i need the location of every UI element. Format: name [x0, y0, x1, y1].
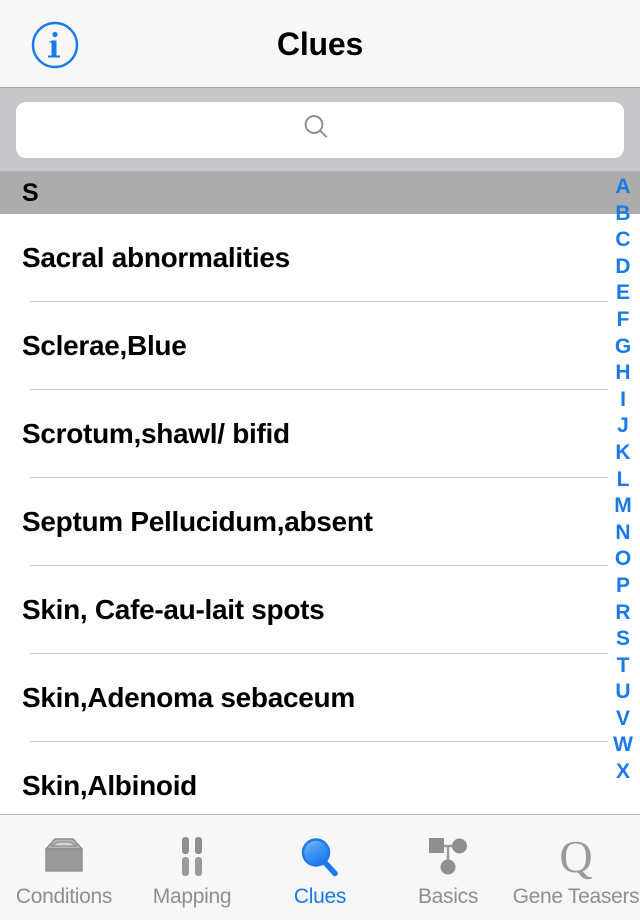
svg-text:Q: Q [559, 833, 592, 881]
app-root: Clues S Sacral abnormalities Sclerae,Blu… [0, 0, 640, 920]
letter-q-icon: Q [553, 833, 599, 881]
row-label: Skin, Cafe-au-lait spots [22, 594, 325, 625]
row-label: Skin,Albinoid [22, 770, 197, 801]
alpha-index-letter-t[interactable]: T [606, 653, 640, 680]
alpha-index-letter-x[interactable]: X [606, 759, 640, 786]
row-label: Scrotum,shawl/ bifid [22, 418, 290, 449]
pedigree-icon [422, 833, 474, 881]
row-label: Sacral abnormalities [22, 242, 290, 273]
alpha-index-letter-a[interactable]: A [606, 174, 640, 201]
search-field[interactable] [16, 101, 624, 158]
alpha-index-letter-n[interactable]: N [606, 520, 640, 547]
alpha-index-letter-p[interactable]: P [606, 573, 640, 600]
alpha-index-letter-v[interactable]: V [606, 706, 640, 733]
navigation-bar: Clues [0, 0, 640, 88]
alpha-index-letter-k[interactable]: K [606, 440, 640, 467]
table-row[interactable]: Septum Pellucidum,absent [0, 478, 640, 566]
alpha-index-letter-b[interactable]: B [606, 201, 640, 228]
alpha-index-letter-u[interactable]: U [606, 679, 640, 706]
tab-conditions[interactable]: Conditions [0, 815, 128, 920]
search-bar-container [0, 88, 640, 172]
alpha-index-letter-h[interactable]: H [606, 360, 640, 387]
alphabet-index[interactable]: ABCDEFGHIJKLMNOPRSTUVWX [606, 172, 640, 814]
table-row[interactable]: Scrotum,shawl/ bifid [0, 390, 640, 478]
table-row[interactable]: Sclerae,Blue [0, 302, 640, 390]
table-row[interactable]: Sacral abnormalities [0, 214, 640, 302]
alpha-index-letter-m[interactable]: M [606, 493, 640, 520]
alpha-index-letter-d[interactable]: D [606, 254, 640, 281]
row-label: Skin,Adenoma sebaceum [22, 682, 355, 713]
tab-clues[interactable]: Clues [256, 815, 384, 920]
alpha-index-letter-r[interactable]: R [606, 600, 640, 627]
magnifier-icon [295, 833, 345, 881]
tab-gene-teasers[interactable]: Q Gene Teasers [512, 815, 640, 920]
tab-mapping[interactable]: Mapping [128, 815, 256, 920]
alpha-index-letter-g[interactable]: G [606, 334, 640, 361]
alpha-index-letter-s[interactable]: S [606, 626, 640, 653]
alpha-index-letter-l[interactable]: L [606, 467, 640, 494]
table-row[interactable]: Skin,Albinoid [0, 742, 640, 814]
chromosomes-icon [170, 833, 214, 881]
page-title: Clues [276, 25, 364, 62]
alpha-index-letter-o[interactable]: O [606, 546, 640, 573]
section-header-s: S [0, 172, 640, 214]
alpha-index-letter-c[interactable]: C [606, 227, 640, 254]
alpha-index-letter-w[interactable]: W [606, 732, 640, 759]
tab-label: Basics [417, 884, 479, 908]
row-label: Septum Pellucidum,absent [22, 506, 373, 537]
tab-basics[interactable]: Basics [384, 815, 512, 920]
search-icon [301, 112, 331, 147]
row-label: Sclerae,Blue [22, 330, 187, 361]
alpha-index-letter-e[interactable]: E [606, 280, 640, 307]
table-row[interactable]: Skin, Cafe-au-lait spots [0, 566, 640, 654]
tab-label: Clues [293, 884, 347, 908]
tab-label: Conditions [15, 884, 113, 908]
tab-label: Mapping [152, 884, 232, 908]
alpha-index-letter-j[interactable]: J [606, 413, 640, 440]
alpha-index-letter-i[interactable]: I [606, 387, 640, 414]
tab-label: Gene Teasers [512, 884, 640, 908]
alpha-index-letter-f[interactable]: F [606, 307, 640, 334]
table-row[interactable]: Skin,Adenoma sebaceum [0, 654, 640, 742]
card-box-icon [37, 833, 91, 881]
clues-list: S Sacral abnormalities Sclerae,Blue Scro… [0, 172, 640, 814]
tab-bar: Conditions Mapping Clues Basics Q Gene T… [0, 814, 640, 920]
search-placeholder-group [301, 112, 339, 147]
